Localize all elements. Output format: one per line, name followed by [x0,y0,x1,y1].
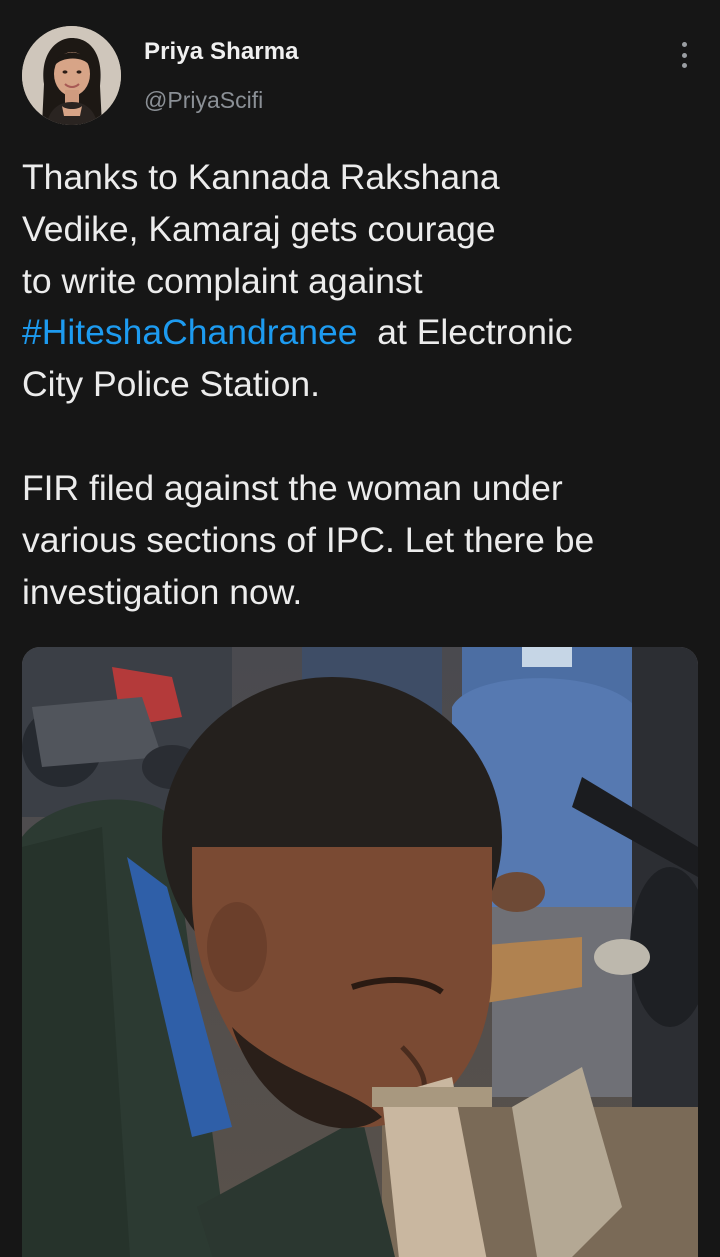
dot [681,42,687,47]
author-display-name[interactable]: Priya Sharma [144,38,299,66]
tweet-text-line: various sections of IPC. Let there be [22,519,595,560]
tweet-text-line: FIR filed against the woman under [22,467,563,508]
tweet-text-line: investigation now. [22,571,303,612]
more-options-icon[interactable] [670,38,698,72]
tweet-text-line: Vedike, Kamaraj gets courage [22,208,496,249]
tweet-text-line: Thanks to Kannada Rakshana [22,157,500,197]
tweet-text-line: #HiteshaChandranee at Electronic [22,307,702,359]
tweet-text-line: to write complaint against [22,260,423,301]
hashtag-link[interactable]: #HiteshaChandranee [22,312,358,352]
avatar[interactable] [22,26,121,125]
tweet-card: Priya Sharma @PriyaScifi Thanks to Kanna… [0,0,720,1257]
tweet-text: Thanks to Kannada Rakshana Vedike, Kamar… [22,152,702,618]
dot [681,63,687,68]
tweet-text-fragment: at Electronic [377,312,573,353]
tweet-text-line: City Police Station. [22,364,320,405]
tweet-media-image[interactable] [22,647,698,1257]
author-handle[interactable]: @PriyaScifi [144,87,263,114]
dot [681,52,687,58]
